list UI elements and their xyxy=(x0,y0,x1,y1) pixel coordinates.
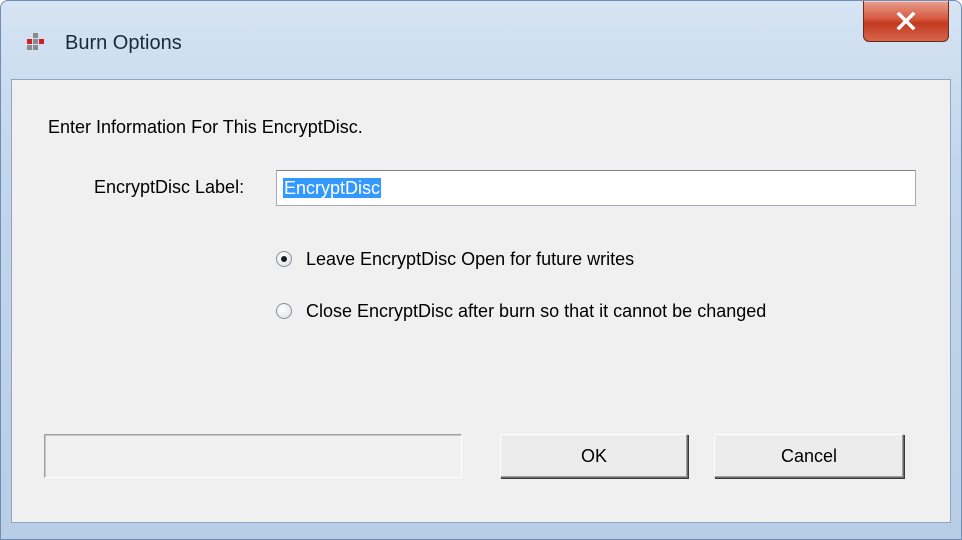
instruction-text: Enter Information For This EncryptDisc. xyxy=(48,117,363,137)
option-close-after-burn-label: Close EncryptDisc after burn so that it … xyxy=(306,301,767,321)
radio-leave-open[interactable] xyxy=(276,251,292,267)
disc-label-value: EncryptDisc xyxy=(283,178,382,198)
window-title: Burn Options xyxy=(65,32,182,54)
option-close-after-burn[interactable]: Close EncryptDisc after burn so that it … xyxy=(276,298,766,324)
ok-button[interactable]: OK xyxy=(500,434,688,478)
disc-label-caption: EncryptDisc Label: xyxy=(94,177,245,197)
option-leave-open-label: Leave EncryptDisc Open for future writes xyxy=(306,249,635,269)
title-bar[interactable]: Burn Options xyxy=(1,1,961,71)
disc-label-input[interactable]: EncryptDisc xyxy=(276,170,916,206)
close-icon xyxy=(896,12,916,30)
dialog-window: Burn Options Enter Information For This … xyxy=(0,0,962,540)
dialog-body: Enter Information For This EncryptDisc. … xyxy=(11,79,951,523)
radio-close-after-burn[interactable] xyxy=(276,303,292,319)
option-leave-open[interactable]: Leave EncryptDisc Open for future writes xyxy=(276,246,634,272)
status-field xyxy=(44,434,462,478)
cancel-button[interactable]: Cancel xyxy=(714,434,904,478)
close-button[interactable] xyxy=(863,1,949,42)
encryptdisc-app-icon xyxy=(25,31,47,53)
